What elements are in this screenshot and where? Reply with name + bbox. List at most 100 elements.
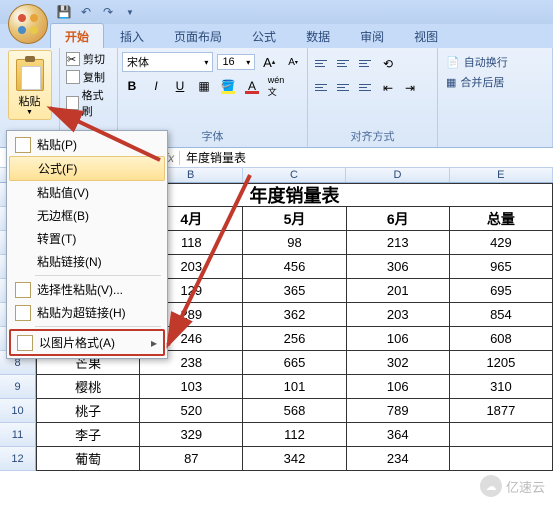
copy-button[interactable]: 复制 [64,68,113,86]
undo-icon[interactable]: ↶ [78,4,94,20]
tab-formula[interactable]: 公式 [238,24,290,48]
cell[interactable]: 234 [347,447,450,471]
phonetic-button[interactable]: wén文 [266,76,286,96]
cell[interactable]: 364 [347,423,450,447]
cell[interactable]: 101 [243,375,346,399]
cell[interactable]: 329 [140,423,243,447]
align-middle[interactable] [334,54,354,72]
cell[interactable]: 112 [243,423,346,447]
cell[interactable]: 302 [347,351,450,375]
font-name-combo[interactable]: 宋体▾ [122,52,213,72]
paste-dropdown-icon[interactable]: ▼ [26,109,33,116]
menu-special[interactable]: 选择性粘贴(V)... [9,278,165,301]
tab-insert[interactable]: 插入 [106,24,158,48]
formula-value[interactable]: 年度销量表 [180,149,252,166]
qat-dropdown-icon[interactable]: ▼ [122,4,138,20]
row-header[interactable]: 10 [0,399,36,423]
align-top[interactable] [312,54,332,72]
cell[interactable]: 总量 [450,207,553,231]
cell[interactable]: 103 [140,375,243,399]
cell[interactable]: 樱桃 [36,375,140,399]
cell[interactable]: 306 [347,255,450,279]
menu-link[interactable]: 粘贴链接(N) [9,250,165,273]
cell[interactable]: 106 [347,327,450,351]
merge-button[interactable]: ▦合并后居 [442,72,548,92]
underline-button[interactable]: U [170,76,190,96]
border-button[interactable]: ▦ [194,76,214,96]
tab-home[interactable]: 开始 [50,23,104,48]
cut-button[interactable]: ✂剪切 [64,50,113,68]
menu-as-picture[interactable]: 以图片格式(A)▸ [9,329,165,356]
align-center[interactable] [334,78,354,96]
italic-button[interactable]: I [146,76,166,96]
brush-icon [66,96,79,110]
cell[interactable]: 854 [450,303,553,327]
font-size-combo[interactable]: 16▾ [217,54,255,70]
cell[interactable]: 5月 [243,207,346,231]
indent-inc[interactable]: ⇥ [400,78,420,98]
menu-noborder[interactable]: 无边框(B) [9,204,165,227]
menu-paste[interactable]: 粘贴(P) [9,133,165,156]
grow-font-button[interactable]: A▴ [259,52,279,72]
fill-color-button[interactable]: 🪣 [218,76,238,96]
redo-icon[interactable]: ↷ [100,4,116,20]
cell[interactable]: 789 [347,399,450,423]
cell[interactable]: 6月 [347,207,450,231]
cell[interactable]: 213 [347,231,450,255]
bold-button[interactable]: B [122,76,142,96]
cell[interactable]: 87 [140,447,243,471]
cell[interactable]: 342 [243,447,346,471]
menu-formula[interactable]: 公式(F) [9,156,165,181]
save-icon[interactable]: 💾 [56,4,72,20]
cell[interactable]: 桃子 [36,399,140,423]
align-bottom[interactable] [356,54,376,72]
paste-button[interactable]: 粘贴 ▼ [8,50,52,120]
cell[interactable] [450,447,553,471]
indent-dec[interactable]: ⇤ [378,78,398,98]
tab-data[interactable]: 数据 [292,24,344,48]
row-header[interactable]: 12 [0,447,36,471]
cell[interactable]: 203 [347,303,450,327]
col-e[interactable]: E [450,168,553,182]
tab-review[interactable]: 审阅 [346,24,398,48]
cell[interactable]: 葡萄 [36,447,140,471]
cell[interactable]: 568 [243,399,346,423]
font-color-button[interactable]: A [242,76,262,96]
row-header[interactable]: 11 [0,423,36,447]
cell[interactable]: 256 [243,327,346,351]
wrap-button[interactable]: 📄自动换行 [442,52,548,72]
cell[interactable] [450,423,553,447]
cell[interactable]: 429 [450,231,553,255]
brush-button[interactable]: 格式刷 [64,86,113,120]
cell[interactable]: 98 [243,231,346,255]
cell[interactable]: 365 [243,279,346,303]
tab-view[interactable]: 视图 [400,24,452,48]
cell[interactable]: 1877 [450,399,553,423]
cell[interactable]: 456 [243,255,346,279]
cell[interactable]: 608 [450,327,553,351]
align-right[interactable] [356,78,376,96]
cell[interactable]: 695 [450,279,553,303]
cell[interactable]: 201 [347,279,450,303]
menu-transpose[interactable]: 转置(T) [9,227,165,250]
cell[interactable]: 665 [243,351,346,375]
col-c[interactable]: C [243,168,346,182]
menu-hyperlink[interactable]: 粘贴为超链接(H) [9,301,165,324]
shrink-font-button[interactable]: A▾ [283,52,303,72]
orientation-button[interactable]: ⟲ [378,54,398,74]
menu-noborder-label: 无边框(B) [37,207,89,224]
cell[interactable]: 310 [450,375,553,399]
watermark-text: 亿速云 [506,477,545,496]
tab-layout[interactable]: 页面布局 [160,24,236,48]
cell[interactable]: 106 [347,375,450,399]
cell[interactable]: 362 [243,303,346,327]
cell[interactable]: 1205 [450,351,553,375]
menu-values[interactable]: 粘贴值(V) [9,181,165,204]
cell[interactable]: 965 [450,255,553,279]
cell[interactable]: 520 [140,399,243,423]
cell[interactable]: 李子 [36,423,140,447]
office-button[interactable] [8,4,48,44]
row-header[interactable]: 9 [0,375,36,399]
align-left[interactable] [312,78,332,96]
col-d[interactable]: D [346,168,449,182]
